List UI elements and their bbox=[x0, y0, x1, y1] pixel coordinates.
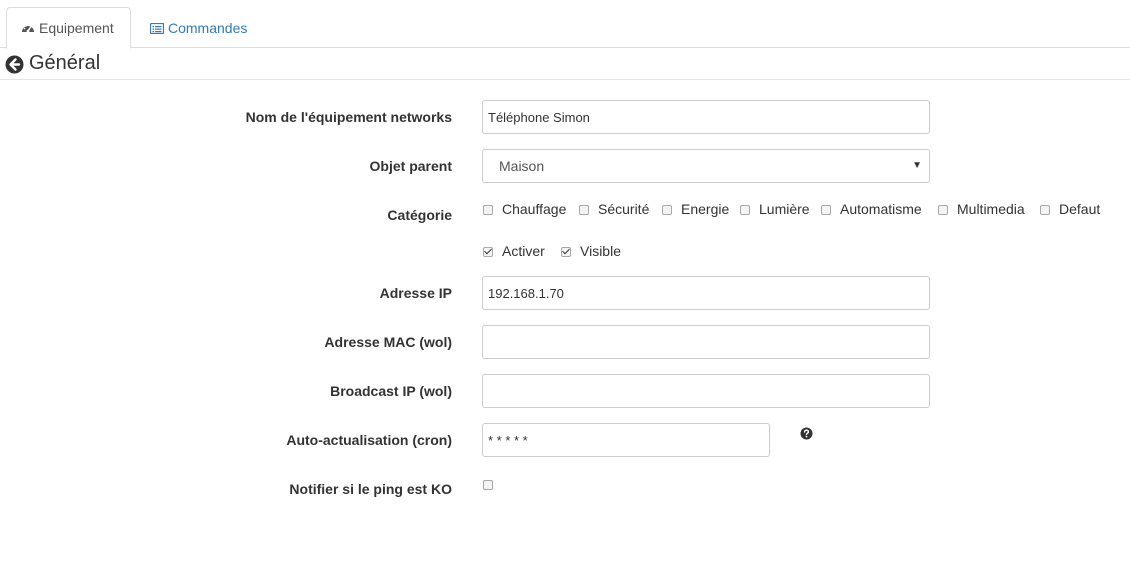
parent-label: Objet parent bbox=[369, 158, 452, 174]
category-label-automatisme: Automatisme bbox=[840, 201, 922, 217]
tab-equipement-label: Equipement bbox=[39, 20, 114, 36]
category-label-securite: Sécurité bbox=[598, 201, 650, 217]
section-title: Général bbox=[29, 52, 101, 74]
category-checkbox-defaut[interactable] bbox=[1040, 205, 1050, 215]
tab-commandes[interactable]: Commandes bbox=[136, 7, 261, 49]
arrow-circle-left-icon[interactable] bbox=[5, 55, 24, 74]
category-label-lumiere: Lumière bbox=[759, 201, 810, 217]
mac-label: Adresse MAC (wol) bbox=[324, 334, 452, 350]
category-label-multimedia: Multimedia bbox=[957, 201, 1025, 217]
visible-checkbox[interactable] bbox=[561, 247, 571, 257]
category-checkbox-lumiere[interactable] bbox=[740, 205, 750, 215]
category-label: Catégorie bbox=[387, 207, 452, 223]
category-checkbox-energie[interactable] bbox=[662, 205, 672, 215]
ip-input[interactable] bbox=[482, 276, 930, 310]
category-label-energie: Energie bbox=[681, 201, 730, 217]
tab-bar: Equipement Commandes bbox=[0, 0, 1130, 49]
tab-commandes-label: Commandes bbox=[168, 20, 248, 36]
parent-select-value: Maison bbox=[499, 158, 545, 174]
category-checkbox-chauffage[interactable] bbox=[483, 205, 493, 215]
activer-checkbox[interactable] bbox=[483, 247, 493, 257]
parent-select[interactable]: Maison ▼ bbox=[482, 149, 930, 183]
cron-input[interactable] bbox=[482, 423, 770, 457]
name-label: Nom de l'équipement networks bbox=[245, 109, 452, 125]
category-label-chauffage: Chauffage bbox=[502, 201, 567, 217]
visible-label: Visible bbox=[580, 243, 621, 259]
cron-label: Auto-actualisation (cron) bbox=[286, 432, 452, 448]
section-header: Général bbox=[0, 48, 1130, 80]
tachometer-icon bbox=[21, 22, 35, 34]
question-circle-icon[interactable] bbox=[800, 427, 813, 440]
category-checkbox-securite[interactable] bbox=[579, 205, 589, 215]
name-input[interactable] bbox=[482, 100, 930, 134]
mac-input[interactable] bbox=[482, 325, 930, 359]
tab-equipement[interactable]: Equipement bbox=[6, 7, 131, 49]
activer-label: Activer bbox=[502, 243, 545, 259]
broadcast-label: Broadcast IP (wol) bbox=[330, 383, 452, 399]
notify-checkbox[interactable] bbox=[483, 480, 493, 490]
chevron-down-icon: ▼ bbox=[912, 160, 922, 171]
category-checkbox-automatisme[interactable] bbox=[821, 205, 831, 215]
category-checkbox-multimedia[interactable] bbox=[938, 205, 948, 215]
notify-label: Notifier si le ping est KO bbox=[289, 481, 452, 497]
broadcast-input[interactable] bbox=[482, 374, 930, 408]
category-label-defaut: Defaut bbox=[1059, 201, 1101, 217]
ip-label: Adresse IP bbox=[379, 285, 452, 301]
list-alt-icon bbox=[150, 22, 164, 34]
